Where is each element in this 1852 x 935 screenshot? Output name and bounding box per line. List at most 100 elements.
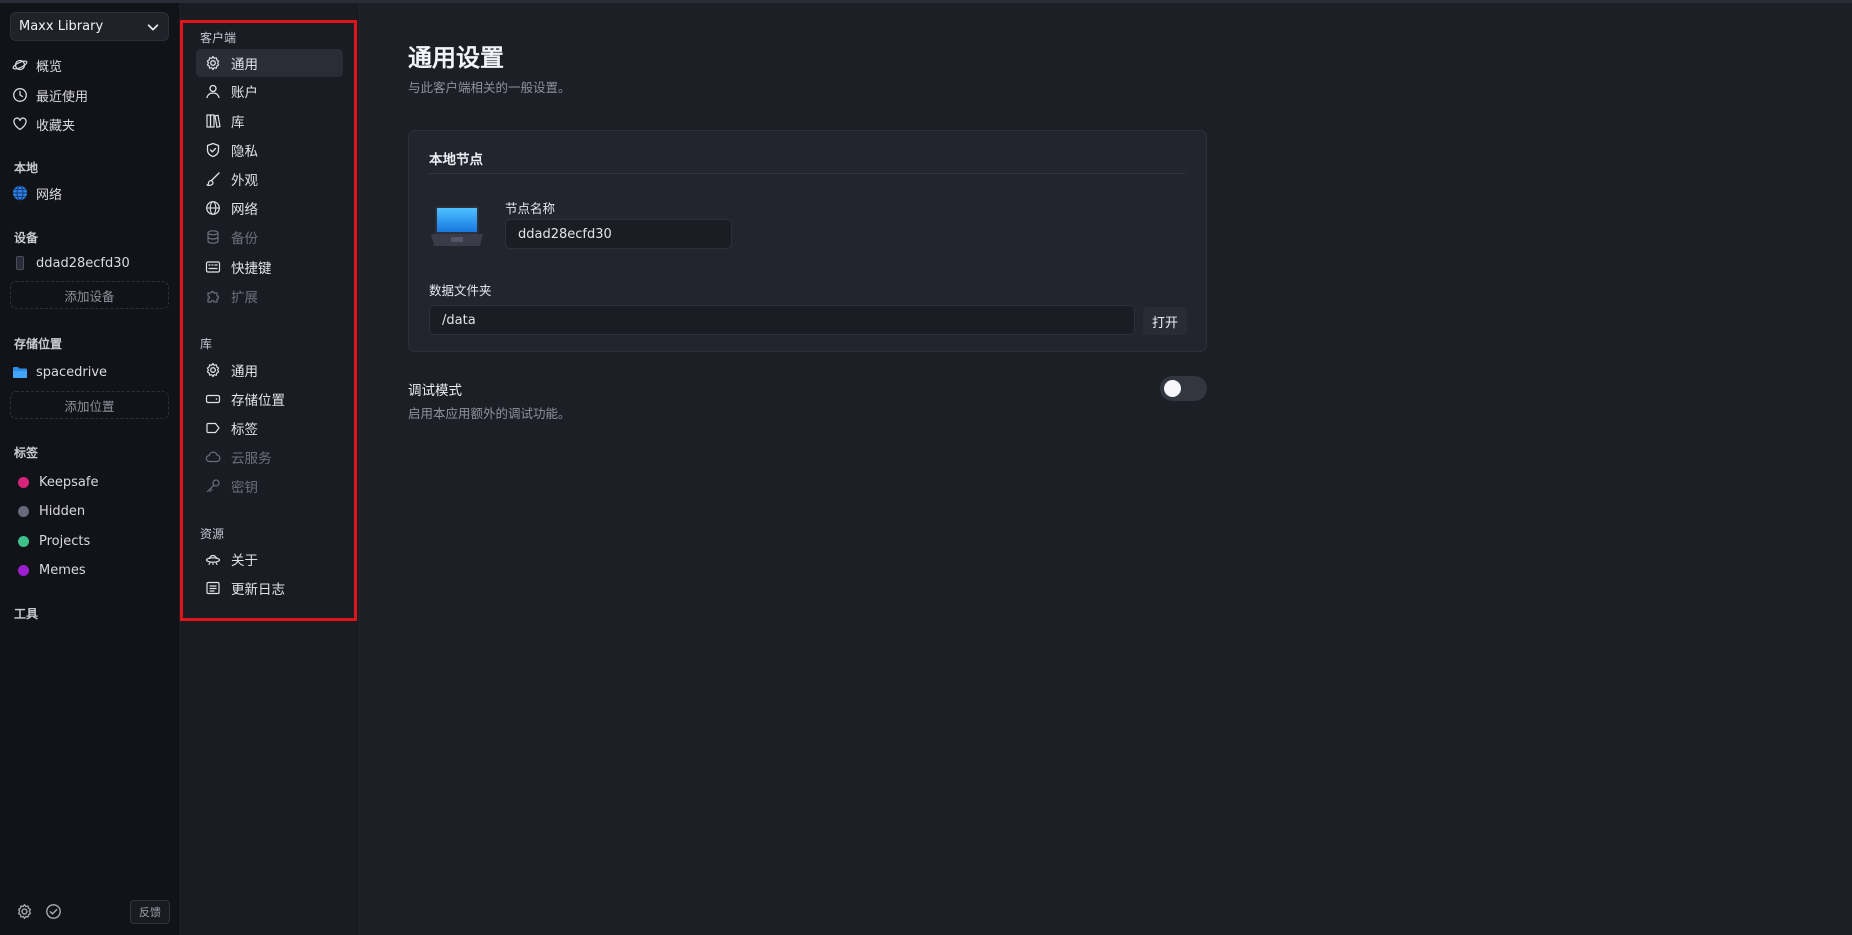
gear-icon[interactable] xyxy=(16,903,33,920)
sidebar-item-label: spacedrive xyxy=(36,364,108,380)
card-divider xyxy=(428,173,1186,174)
nav-item-label: 隐私 xyxy=(231,144,258,160)
nav-item-label: 通用 xyxy=(231,57,258,73)
sidebar-item-label: 网络 xyxy=(36,187,63,203)
page-title: 通用设置 xyxy=(408,44,504,72)
settings-nav-appearance[interactable]: 外观 xyxy=(196,165,343,193)
client-heading: 客户端 xyxy=(200,31,237,45)
sidebar-item-label: ddad28ecfd30 xyxy=(36,255,130,271)
local-heading: 本地 xyxy=(14,161,39,175)
settings-nav-general[interactable]: 通用 xyxy=(196,49,343,77)
library-heading: 库 xyxy=(200,337,213,351)
settings-nav-about[interactable]: 关于 xyxy=(196,545,343,573)
sidebar-item-overview[interactable]: 概览 xyxy=(12,53,170,77)
sidebar-tag-projects[interactable]: Projects xyxy=(12,529,170,553)
debug-mode-title: 调试模式 xyxy=(408,383,462,399)
sidebar-item-location[interactable]: spacedrive xyxy=(12,360,170,384)
settings-nav-library[interactable]: 库 xyxy=(196,107,343,135)
user-icon xyxy=(206,84,220,99)
phone-icon xyxy=(16,256,24,270)
nav-item-label: 扩展 xyxy=(231,290,258,306)
sidebar-item-network[interactable]: 网络 xyxy=(12,181,170,205)
shield-icon xyxy=(206,142,220,158)
nav-item-label: 通用 xyxy=(231,364,258,380)
nav-item-label: 账户 xyxy=(231,85,258,101)
settings-nav-cloud[interactable]: 云服务 xyxy=(196,443,343,471)
settings-nav-account[interactable]: 账户 xyxy=(196,77,343,105)
add-location-button[interactable]: 添加位置 xyxy=(10,391,169,419)
settings-nav-extensions[interactable]: 扩展 xyxy=(196,282,343,310)
sidebar-item-favorites[interactable]: 收藏夹 xyxy=(12,112,170,136)
settings-nav-library-general[interactable]: 通用 xyxy=(196,356,343,384)
folder-icon xyxy=(13,367,27,378)
nav-item-label: 网络 xyxy=(231,202,258,218)
database-icon xyxy=(207,230,219,244)
data-folder-field[interactable]: /data xyxy=(429,305,1135,335)
locations-heading: 存储位置 xyxy=(14,337,63,351)
sidebar-tag-memes[interactable]: Memes xyxy=(12,558,170,582)
app-window: Maxx Library 概览 最近使用 收藏夹 本地 网络 设备 ddad28… xyxy=(0,0,1852,935)
settings-nav-tags[interactable]: 标签 xyxy=(196,414,343,442)
sidebar-footer xyxy=(16,903,62,920)
nav-item-label: 密钥 xyxy=(231,480,258,496)
feedback-button[interactable]: 反馈 xyxy=(130,900,170,924)
nav-item-label: 外观 xyxy=(231,173,258,189)
nav-item-label: 标签 xyxy=(231,422,258,438)
library-switcher[interactable]: Maxx Library xyxy=(10,12,169,41)
globe-icon xyxy=(13,185,27,201)
sidebar-item-device[interactable]: ddad28ecfd30 xyxy=(12,251,170,275)
sidebar xyxy=(0,3,180,935)
devices-heading: 设备 xyxy=(14,231,39,245)
settings-nav-keybindings[interactable]: 快捷键 xyxy=(196,253,343,281)
sidebar-item-label: Projects xyxy=(39,533,91,549)
sidebar-item-label: Memes xyxy=(39,562,86,578)
chevron-down-icon xyxy=(147,23,159,30)
add-device-button[interactable]: 添加设备 xyxy=(10,281,169,309)
cloud-icon xyxy=(205,451,221,463)
clock-icon xyxy=(13,88,27,102)
tags-heading: 标签 xyxy=(14,446,39,460)
sidebar-tag-hidden[interactable]: Hidden xyxy=(12,499,170,523)
gear-icon xyxy=(206,55,220,71)
spaceship-icon xyxy=(205,554,221,566)
tag-color-dot xyxy=(18,476,29,488)
settings-nav-keys[interactable]: 密钥 xyxy=(196,472,343,500)
nav-item-label: 云服务 xyxy=(231,451,272,467)
paintbrush-icon xyxy=(206,172,220,186)
nav-item-label: 库 xyxy=(231,115,245,131)
laptop-icon xyxy=(431,206,483,246)
nav-item-label: 更新日志 xyxy=(231,582,285,598)
tag-color-dot xyxy=(18,535,29,547)
settings-nav-backup[interactable]: 备份 xyxy=(196,223,343,251)
node-name-field[interactable]: ddad28ecfd30 xyxy=(505,219,732,249)
sidebar-item-label: Keepsafe xyxy=(39,474,99,490)
sidebar-tag-keepsafe[interactable]: Keepsafe xyxy=(12,470,170,494)
key-icon xyxy=(206,479,220,493)
globe-icon xyxy=(206,201,220,215)
settings-nav-changelog[interactable]: 更新日志 xyxy=(196,574,343,602)
check-circle-icon[interactable] xyxy=(45,903,62,920)
settings-nav-locations[interactable]: 存储位置 xyxy=(196,385,343,413)
library-name: Maxx Library xyxy=(19,19,104,34)
debug-mode-toggle[interactable] xyxy=(1160,376,1207,401)
toggle-knob xyxy=(1164,380,1181,397)
open-folder-button[interactable]: 打开 xyxy=(1143,307,1187,335)
log-icon xyxy=(206,581,220,595)
planet-icon xyxy=(12,59,28,71)
settings-nav-network[interactable]: 网络 xyxy=(196,194,343,222)
data-folder-label: 数据文件夹 xyxy=(429,283,492,298)
nav-item-label: 存储位置 xyxy=(231,393,285,409)
nav-item-label: 快捷键 xyxy=(231,261,272,277)
sidebar-item-recent[interactable]: 最近使用 xyxy=(12,83,170,107)
tag-color-dot xyxy=(18,505,29,517)
books-icon xyxy=(206,114,221,129)
tag-icon xyxy=(206,422,220,434)
sidebar-item-label: 概览 xyxy=(36,59,63,75)
sidebar-item-label: 收藏夹 xyxy=(36,118,76,134)
sidebar-item-label: 最近使用 xyxy=(36,89,89,105)
heart-icon xyxy=(13,117,27,131)
nav-item-label: 备份 xyxy=(231,231,258,247)
resources-heading: 资源 xyxy=(200,527,225,541)
puzzle-icon xyxy=(207,290,220,303)
settings-nav-privacy[interactable]: 隐私 xyxy=(196,136,343,164)
